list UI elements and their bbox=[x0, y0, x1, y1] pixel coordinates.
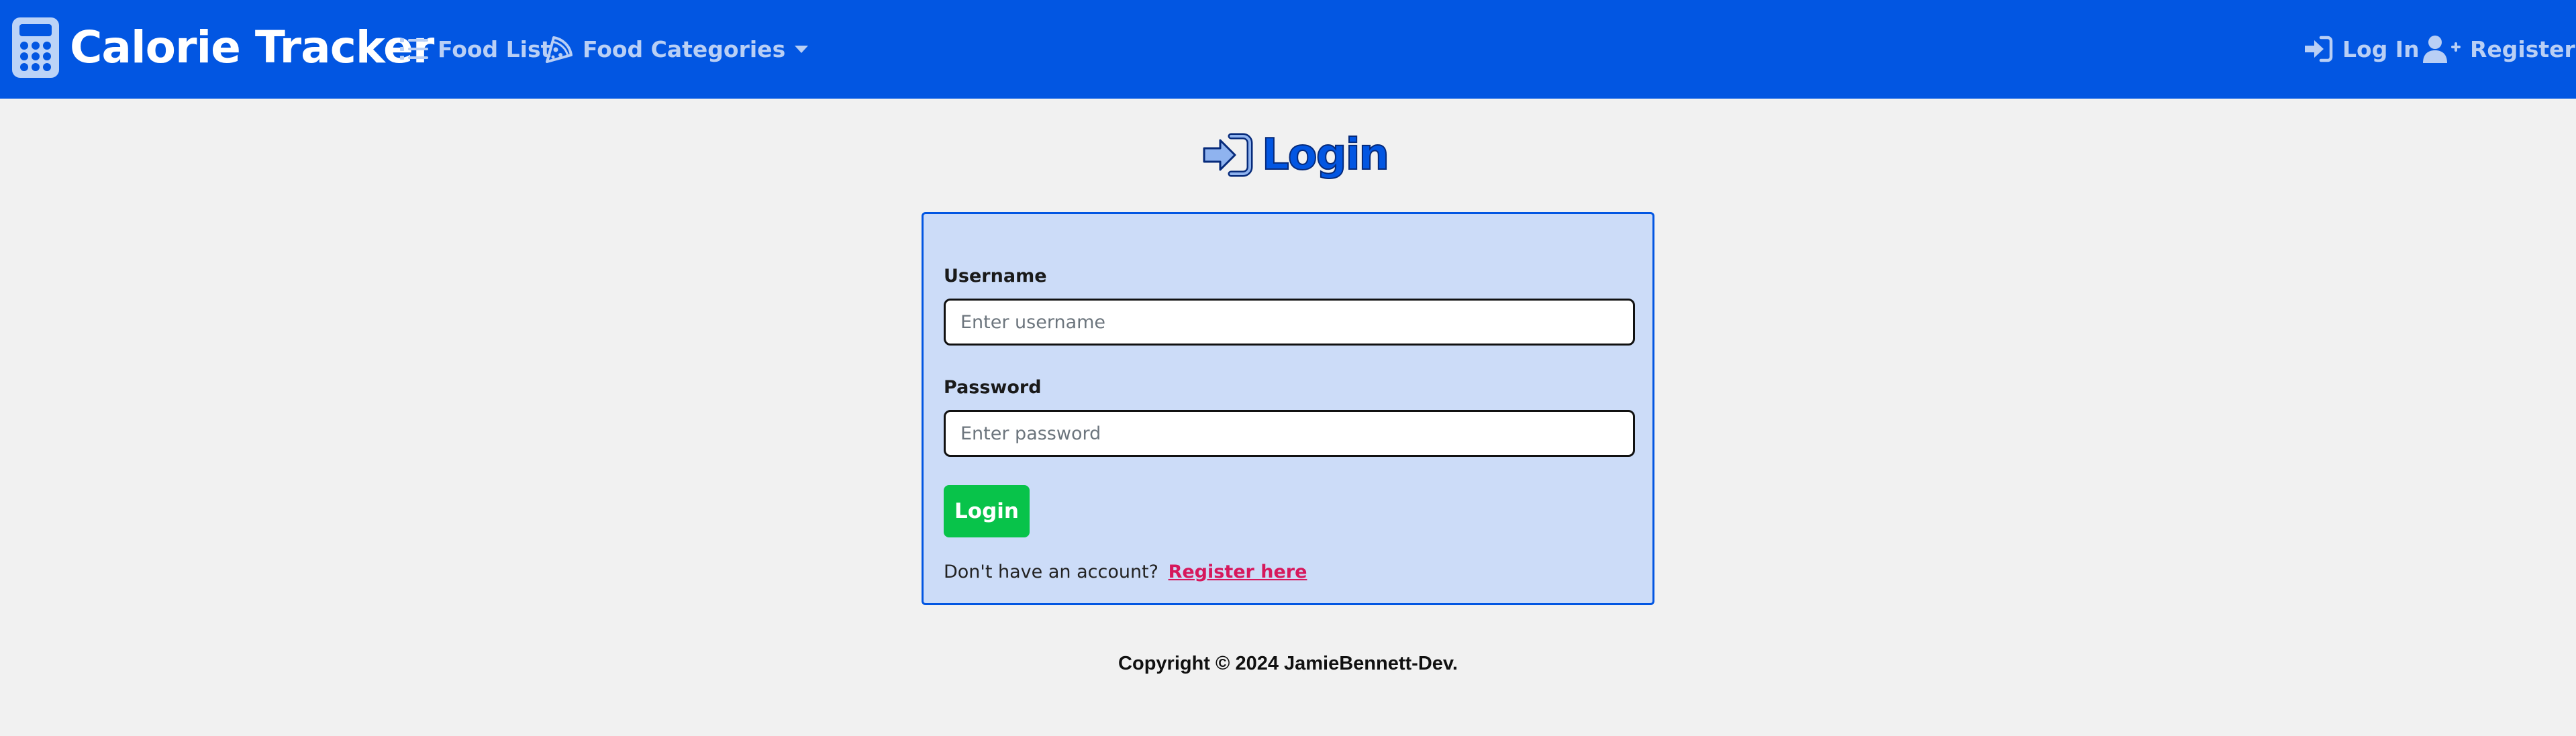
user-plus-icon bbox=[2423, 36, 2461, 63]
calculator-icon bbox=[12, 17, 59, 78]
page-title: Login bbox=[1201, 127, 1390, 182]
sign-in-icon bbox=[2305, 36, 2333, 62]
pizza-slice-icon bbox=[546, 36, 573, 63]
brand-link[interactable]: Calorie Tracker bbox=[12, 17, 434, 78]
page-title-text: Login bbox=[1261, 130, 1390, 180]
username-input[interactable] bbox=[944, 299, 1635, 346]
register-here-link[interactable]: Register here bbox=[1169, 562, 1307, 582]
nav-register-label: Register bbox=[2470, 36, 2575, 62]
password-input[interactable] bbox=[944, 410, 1635, 457]
nav-food-categories-label: Food Categories bbox=[583, 36, 786, 62]
nav-food-categories-dropdown[interactable]: Food Categories bbox=[545, 30, 809, 68]
register-prompt-text: Don't have an account? bbox=[944, 562, 1158, 582]
chevron-down-icon bbox=[795, 45, 809, 53]
footer-copyright: Copyright © 2024 JamieBennett-Dev. bbox=[1118, 653, 1458, 674]
navbar: Calorie Tracker Food List Food Categorie… bbox=[0, 0, 2576, 99]
brand-title: Calorie Tracker bbox=[70, 21, 434, 73]
register-prompt-line: Don't have an account? Register here bbox=[944, 562, 1307, 582]
login-button[interactable]: Login bbox=[944, 485, 1030, 537]
nav-food-list-label: Food List bbox=[438, 36, 552, 62]
sign-in-icon bbox=[1203, 133, 1253, 177]
nav-login-label: Log In bbox=[2342, 36, 2420, 62]
nav-login[interactable]: Log In bbox=[2303, 30, 2420, 68]
nav-register[interactable]: Register bbox=[2423, 30, 2575, 68]
list-icon bbox=[400, 38, 428, 60]
nav-food-list[interactable]: Food List bbox=[400, 30, 551, 68]
login-form: Username Password Login Don't have an ac… bbox=[922, 212, 1654, 605]
password-label: Password bbox=[944, 377, 1042, 398]
username-label: Username bbox=[944, 266, 1047, 286]
